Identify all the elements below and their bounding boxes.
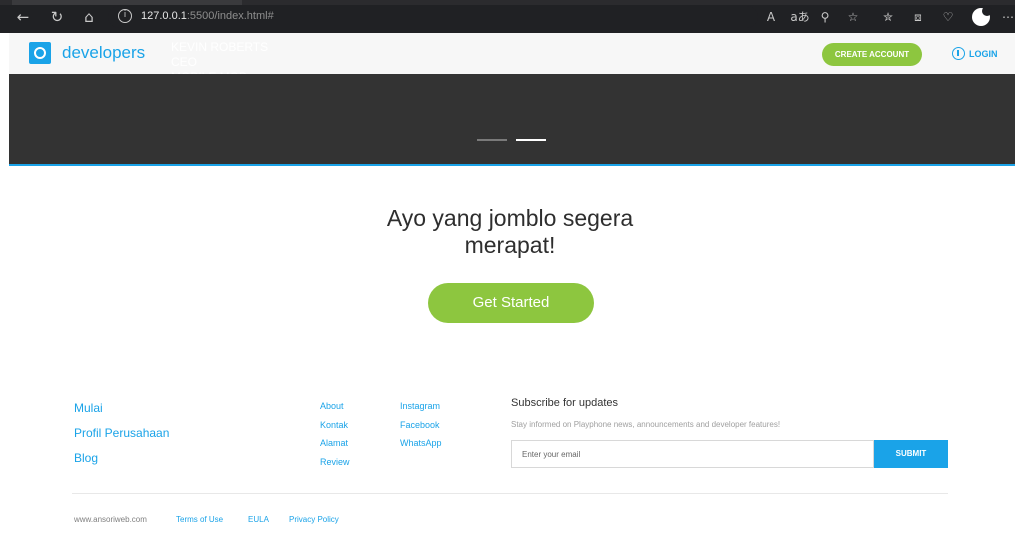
user-circle-icon	[952, 47, 965, 60]
footer-link-profil[interactable]: Profil Perusahaan	[74, 426, 169, 440]
login-label: LOGIN	[969, 49, 998, 59]
submit-button[interactable]: SUBMIT	[874, 440, 948, 468]
privacy-link[interactable]: Privacy Policy	[289, 515, 339, 524]
read-aloud-icon[interactable]: A	[763, 9, 779, 25]
login-link[interactable]: LOGIN	[952, 47, 998, 61]
collections-icon[interactable]: ⧈	[910, 9, 926, 25]
extensions-icon[interactable]: ♡	[940, 9, 956, 25]
info-icon[interactable]: i	[118, 9, 132, 23]
translate-icon[interactable]: aあ	[790, 9, 810, 25]
overflow-text-line-1: KEVIN ROBERTS	[171, 40, 269, 54]
footer-link-mulai[interactable]: Mulai	[74, 401, 103, 415]
home-icon[interactable]: ⌂	[80, 9, 98, 25]
footer-link-review[interactable]: Review	[320, 457, 350, 467]
profile-icon[interactable]	[972, 6, 992, 26]
refresh-icon[interactable]: ↻	[48, 9, 66, 25]
overflow-text-line-2: CEO	[171, 55, 198, 69]
get-started-button[interactable]: Get Started	[428, 283, 594, 323]
footer-link-blog[interactable]: Blog	[74, 451, 98, 465]
subscribe-description: Stay informed on Playphone news, announc…	[511, 420, 781, 429]
browser-tab[interactable]	[12, 0, 242, 5]
favorites-bar-icon[interactable]: ✮	[880, 9, 896, 25]
create-account-button[interactable]: CREATE ACCOUNT	[822, 43, 922, 66]
slider-indicator-2[interactable]	[516, 139, 546, 141]
terms-link[interactable]: Terms of Use	[176, 515, 223, 524]
footer-divider	[72, 493, 948, 494]
address-text[interactable]: 127.0.0.1:5500/index.html#	[141, 10, 274, 22]
back-icon[interactable]: ←	[14, 9, 32, 25]
more-icon[interactable]: ⋯	[1002, 9, 1014, 25]
footer-link-kontak[interactable]: Kontak	[320, 420, 348, 430]
email-input[interactable]	[511, 440, 874, 468]
footer-link-facebook[interactable]: Facebook	[400, 420, 440, 430]
footer-link-about[interactable]: About	[320, 401, 344, 411]
footer-link-whatsapp[interactable]: WhatsApp	[400, 438, 442, 448]
slider-indicator-1[interactable]	[477, 139, 507, 141]
copyright-text: www.ansoriweb.com	[74, 515, 147, 524]
eula-link[interactable]: EULA	[248, 515, 269, 524]
subscribe-title: Subscribe for updates	[511, 397, 619, 409]
footer-link-instagram[interactable]: Instagram	[400, 401, 440, 411]
zoom-icon[interactable]: ⚲	[817, 9, 833, 25]
logo-text[interactable]: developers	[62, 43, 145, 63]
hero-slider	[9, 74, 1015, 166]
logo-icon[interactable]	[29, 42, 51, 64]
footer-link-alamat[interactable]: Alamat	[320, 438, 348, 448]
favorite-icon[interactable]: ☆	[845, 9, 861, 25]
cta-title: Ayo yang jomblo segera merapat!	[386, 205, 634, 258]
